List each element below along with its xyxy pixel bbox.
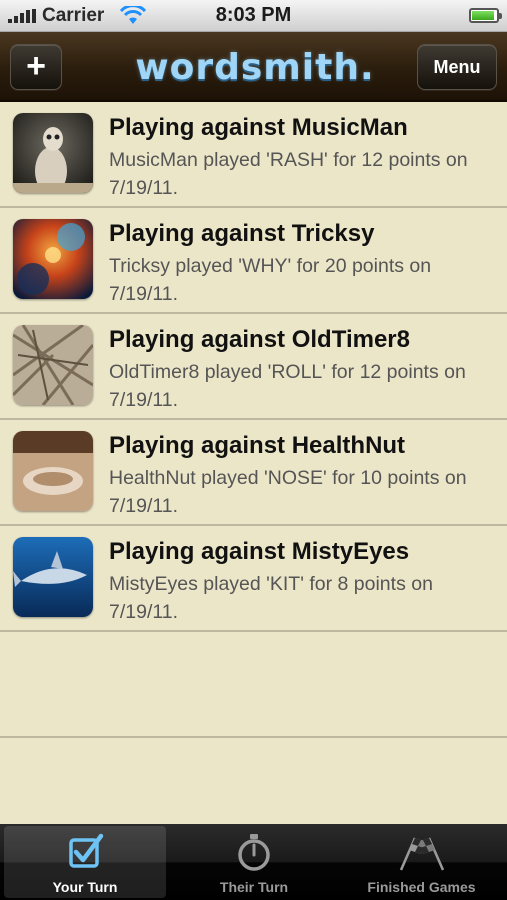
game-title: Playing against HealthNut [109, 432, 406, 459]
nebula-avatar [13, 219, 93, 299]
stopwatch-icon [238, 834, 270, 871]
tab-label: Your Turn [52, 879, 118, 895]
battery-level [472, 11, 494, 20]
game-last-move: MistyEyes played 'KIT' for 8 points on 7… [109, 573, 433, 623]
game-last-move: Tricksy played 'WHY' for 20 points on 7/… [109, 255, 432, 305]
checkered-flags-icon [399, 837, 444, 871]
game-title: Playing against Tricksy [109, 220, 375, 247]
clock: 8:03 PM [215, 4, 292, 26]
game-list: Playing against MusicMan MusicMan played… [0, 102, 507, 738]
branches-avatar [13, 325, 93, 405]
game-last-move: MusicMan played 'RASH' for 12 points on … [109, 149, 468, 199]
status-bar: Carrier 8:03 PM [0, 0, 507, 32]
checkbox-icon [69, 833, 104, 868]
app-logo: wordsmith. [135, 47, 375, 88]
game-row-healthnut[interactable]: Playing against HealthNut HealthNut play… [0, 420, 507, 526]
table-avatar [13, 431, 93, 511]
game-title: Playing against MusicMan [109, 114, 408, 141]
shark-avatar [13, 537, 93, 617]
game-title: Playing against OldTimer8 [109, 326, 410, 353]
empty-list-row [0, 632, 507, 738]
game-row-tricksy[interactable]: Playing against Tricksy Tricksy played '… [0, 208, 507, 314]
game-row-oldtimer8[interactable]: Playing against OldTimer8 OldTimer8 play… [0, 314, 507, 420]
tab-label: Their Turn [219, 879, 289, 895]
new-game-button[interactable]: + [10, 44, 62, 90]
battery-icon [469, 8, 502, 23]
tab-label: Finished Games [367, 879, 476, 895]
game-title: Playing against MistyEyes [109, 538, 410, 565]
plus-icon: + [26, 46, 46, 85]
menu-button[interactable]: Menu [417, 44, 497, 90]
game-last-move: HealthNut played 'NOSE' for 10 points on… [109, 467, 467, 517]
meerkat-avatar [13, 113, 93, 193]
tab-finished-games[interactable]: Finished Games [340, 826, 503, 898]
tab-your-turn[interactable]: Your Turn [4, 826, 166, 898]
game-row-mistyeyes[interactable]: Playing against MistyEyes MistyEyes play… [0, 526, 507, 632]
game-row-musicman[interactable]: Playing against MusicMan MusicMan played… [0, 102, 507, 208]
tab-bar: Your Turn Their Turn Finished Games [0, 824, 507, 900]
tab-their-turn[interactable]: Their Turn [172, 826, 336, 898]
navigation-bar: + wordsmith. Menu [0, 32, 507, 102]
game-last-move: OldTimer8 played 'ROLL' for 12 points on… [109, 361, 466, 411]
